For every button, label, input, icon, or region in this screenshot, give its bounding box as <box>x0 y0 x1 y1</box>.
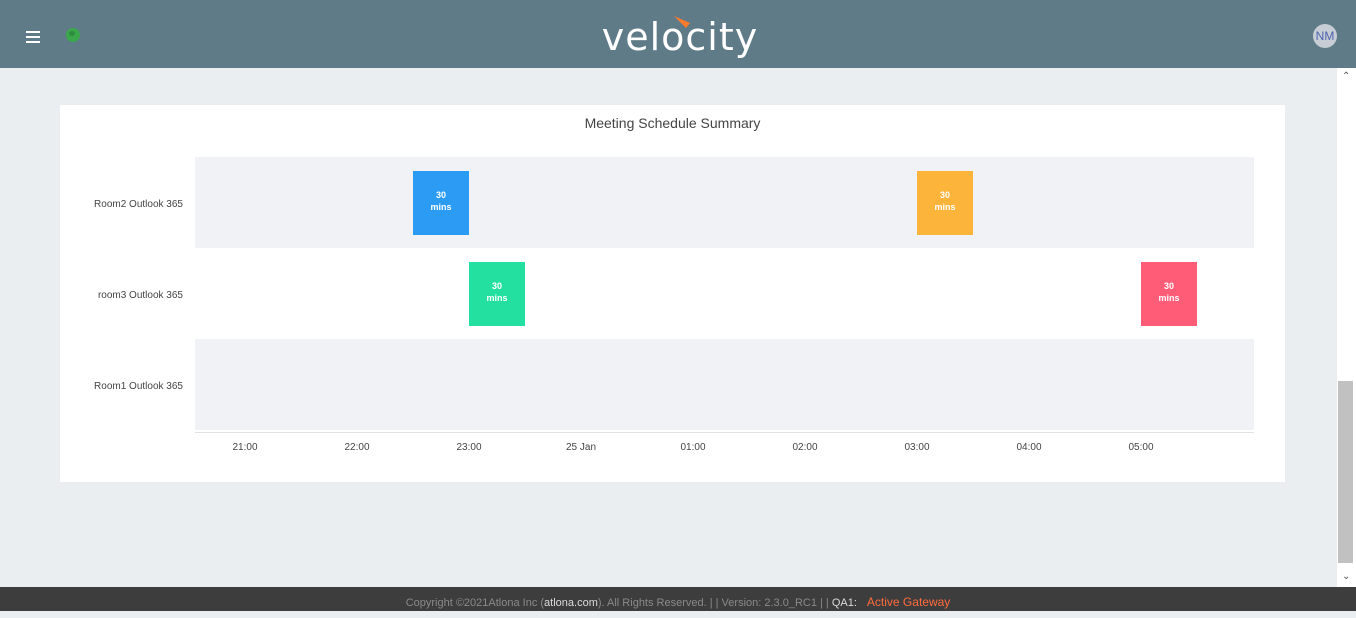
scroll-thumb[interactable] <box>1338 381 1353 563</box>
meeting-block[interactable]: 30 mins <box>413 171 469 235</box>
meeting-duration-value: 30 <box>1163 281 1174 291</box>
time-tick-label: 02:00 <box>792 442 818 453</box>
copyright-suffix: ). All Rights Reserved. | | Version: 2.3… <box>597 597 832 609</box>
meeting-duration-unit: mins <box>430 202 452 212</box>
meeting-duration-unit: mins <box>1158 293 1180 303</box>
meeting-duration-value: 30 <box>939 190 950 200</box>
lane-room2 <box>195 157 1254 248</box>
flame-logo-icon <box>674 16 690 28</box>
time-tick-label: 01:00 <box>680 442 706 453</box>
time-tick-label: 21:00 <box>232 442 258 453</box>
room-label-room3: room3 Outlook 365 <box>97 290 183 301</box>
meeting-schedule-card: Meeting Schedule Summary Room2 Outlook 3… <box>60 105 1285 482</box>
hamburger-menu-icon[interactable] <box>26 31 40 43</box>
time-axis-line <box>195 432 1254 433</box>
meeting-duration-value: 30 <box>491 281 502 291</box>
room-label-room2: Room2 Outlook 365 <box>94 199 183 210</box>
meeting-duration-unit: mins <box>934 202 956 212</box>
meeting-duration-unit: mins <box>486 293 508 303</box>
time-tick-label: 05:00 <box>1128 442 1154 453</box>
meeting-block[interactable]: 30 mins <box>1141 262 1197 326</box>
globe-icon[interactable] <box>66 28 80 42</box>
time-tick-label: 25 Jan <box>565 442 597 453</box>
time-tick-label: 22:00 <box>344 442 370 453</box>
meeting-duration-value: 30 <box>435 190 446 200</box>
lane-room3 <box>195 248 1254 339</box>
active-gateway-status[interactable]: Active Gateway <box>867 595 950 609</box>
scroll-down-arrow-icon[interactable]: ⌄ <box>1342 571 1350 582</box>
qa-label: QA1: <box>831 597 857 609</box>
chart-title: Meeting Schedule Summary <box>584 115 761 131</box>
time-tick-label: 03:00 <box>904 442 930 453</box>
meeting-block[interactable]: 30 mins <box>917 171 973 235</box>
velocity-logo: velocity <box>560 12 800 62</box>
time-tick-label: 23:00 <box>456 442 482 453</box>
copyright-prefix: Copyright ©2021Atlona Inc ( <box>405 597 545 609</box>
meeting-block[interactable]: 30 mins <box>469 262 525 326</box>
scroll-up-arrow-icon[interactable]: ⌃ <box>1342 71 1350 82</box>
user-avatar[interactable]: NM <box>1313 24 1337 48</box>
footer: Copyright ©2021Atlona Inc (atlona.com). … <box>0 587 1356 611</box>
lane-room1 <box>195 339 1254 430</box>
time-tick-label: 04:00 <box>1016 442 1042 453</box>
top-navigation-bar: velocity NM <box>0 0 1356 68</box>
vertical-scrollbar[interactable]: ⌃ ⌄ <box>1337 68 1356 587</box>
room-label-room1: Room1 Outlook 365 <box>94 381 183 392</box>
atlona-link[interactable]: atlona.com <box>544 597 598 609</box>
